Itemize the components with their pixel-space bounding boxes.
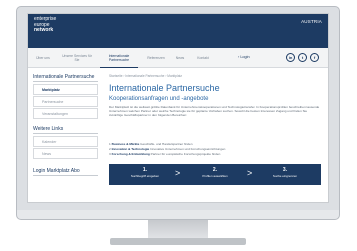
step-number: 3. — [282, 167, 288, 173]
nav-item-news[interactable]: News — [172, 48, 188, 68]
nav-item-ueber-uns[interactable]: Über uns — [32, 48, 54, 68]
sidebar-item-partnersuche[interactable]: Partnersuche — [33, 96, 98, 107]
intro-paragraph: Der Marktplatz ist die weltweit größte D… — [109, 105, 320, 117]
nav-item-kontakt[interactable]: Kontakt — [192, 48, 214, 68]
site-header: enterprise europe network AUSTRIA — [28, 14, 328, 48]
login-link[interactable]: › Login — [238, 55, 250, 59]
logo-line-3: network — [34, 27, 54, 33]
list-item-text: Partner für europäische Forschungsprojek… — [150, 152, 221, 156]
step-label: Suche eingrenzen — [272, 174, 298, 178]
country-label: AUSTRIA — [301, 19, 322, 24]
sidebar-heading-login: Login Marktplatz Abo — [33, 168, 80, 174]
sidebar-divider — [33, 175, 98, 176]
linkedin-icon[interactable]: in — [286, 53, 295, 62]
list-item-text: Innovative Unternehmen und Forschungsein… — [150, 147, 226, 151]
sidebar-divider — [33, 81, 98, 82]
list-number: 1 — [109, 142, 111, 146]
monitor-bezel — [16, 210, 340, 220]
main-navigation: Über uns Unsere Services für Sie Interna… — [28, 48, 328, 68]
chevron-right-icon: > — [175, 168, 181, 178]
nav-item-services[interactable]: Unsere Services für Sie — [60, 48, 94, 68]
list-number: 3 — [109, 152, 111, 156]
sidebar-heading-partnersuche: Internationale Partnersuche — [33, 74, 95, 80]
nav-item-referenzen[interactable]: Referenzen — [144, 48, 168, 68]
step-1[interactable]: 1. Suchbegriff eingeben — [123, 167, 167, 178]
sidebar-item-veranstaltungen[interactable]: Veranstaltungen — [33, 108, 98, 119]
facebook-icon[interactable]: f — [310, 53, 319, 62]
step-number: 2. — [212, 167, 218, 173]
step-number: 1. — [142, 167, 148, 173]
list-item: 1 Business & Märkte Geschäfts- und Hande… — [109, 142, 321, 146]
monitor-stand-neck — [148, 220, 208, 240]
list-item-title[interactable]: Business & Märkte — [112, 142, 140, 146]
list-item-title[interactable]: Forschung & Entwicklung — [112, 152, 150, 156]
list-item: 2 Innovation & Technologie Innovative Un… — [109, 147, 321, 151]
step-2[interactable]: 2. Profilen auswählen — [193, 167, 237, 178]
search-steps-bar: 1. Suchbegriff eingeben > 2. Profilen au… — [109, 164, 321, 185]
sidebar-item-kalender[interactable]: Kalender — [33, 136, 98, 147]
sidebar-divider — [33, 133, 98, 134]
screen: enterprise europe network AUSTRIA Über u… — [27, 13, 329, 203]
list-item-title[interactable]: Innovation & Technologie — [112, 147, 150, 151]
twitter-icon[interactable]: t — [298, 53, 307, 62]
page-subtitle: Kooperationsanfragen und -angebote — [109, 96, 209, 102]
list-item: 3 Forschung & Entwicklung Partner für eu… — [109, 152, 321, 156]
monitor-stand-base — [110, 238, 246, 245]
nav-item-partnersuche[interactable]: Internationale Partnersuche — [100, 48, 138, 68]
step-label: Suchbegriff eingeben — [130, 174, 160, 178]
sidebar-item-marktplatz[interactable]: Marktplatz — [33, 84, 98, 95]
list-item-text: Geschäfts- und Handelspartner finden — [140, 142, 193, 146]
page-title: Internationale Partnersuche — [109, 83, 220, 93]
list-number: 2 — [109, 147, 111, 151]
chevron-right-icon: > — [247, 168, 253, 178]
step-3[interactable]: 3. Suche eingrenzen — [263, 167, 307, 178]
step-label: Profilen auswählen — [202, 174, 228, 178]
sidebar-item-news[interactable]: News — [33, 148, 98, 159]
sidebar-heading-links: Weitere Links — [33, 126, 64, 132]
enterprise-europe-network-logo[interactable]: enterprise europe network — [34, 16, 56, 34]
breadcrumb[interactable]: Startseite › Internationale Partnersuche… — [109, 74, 182, 78]
